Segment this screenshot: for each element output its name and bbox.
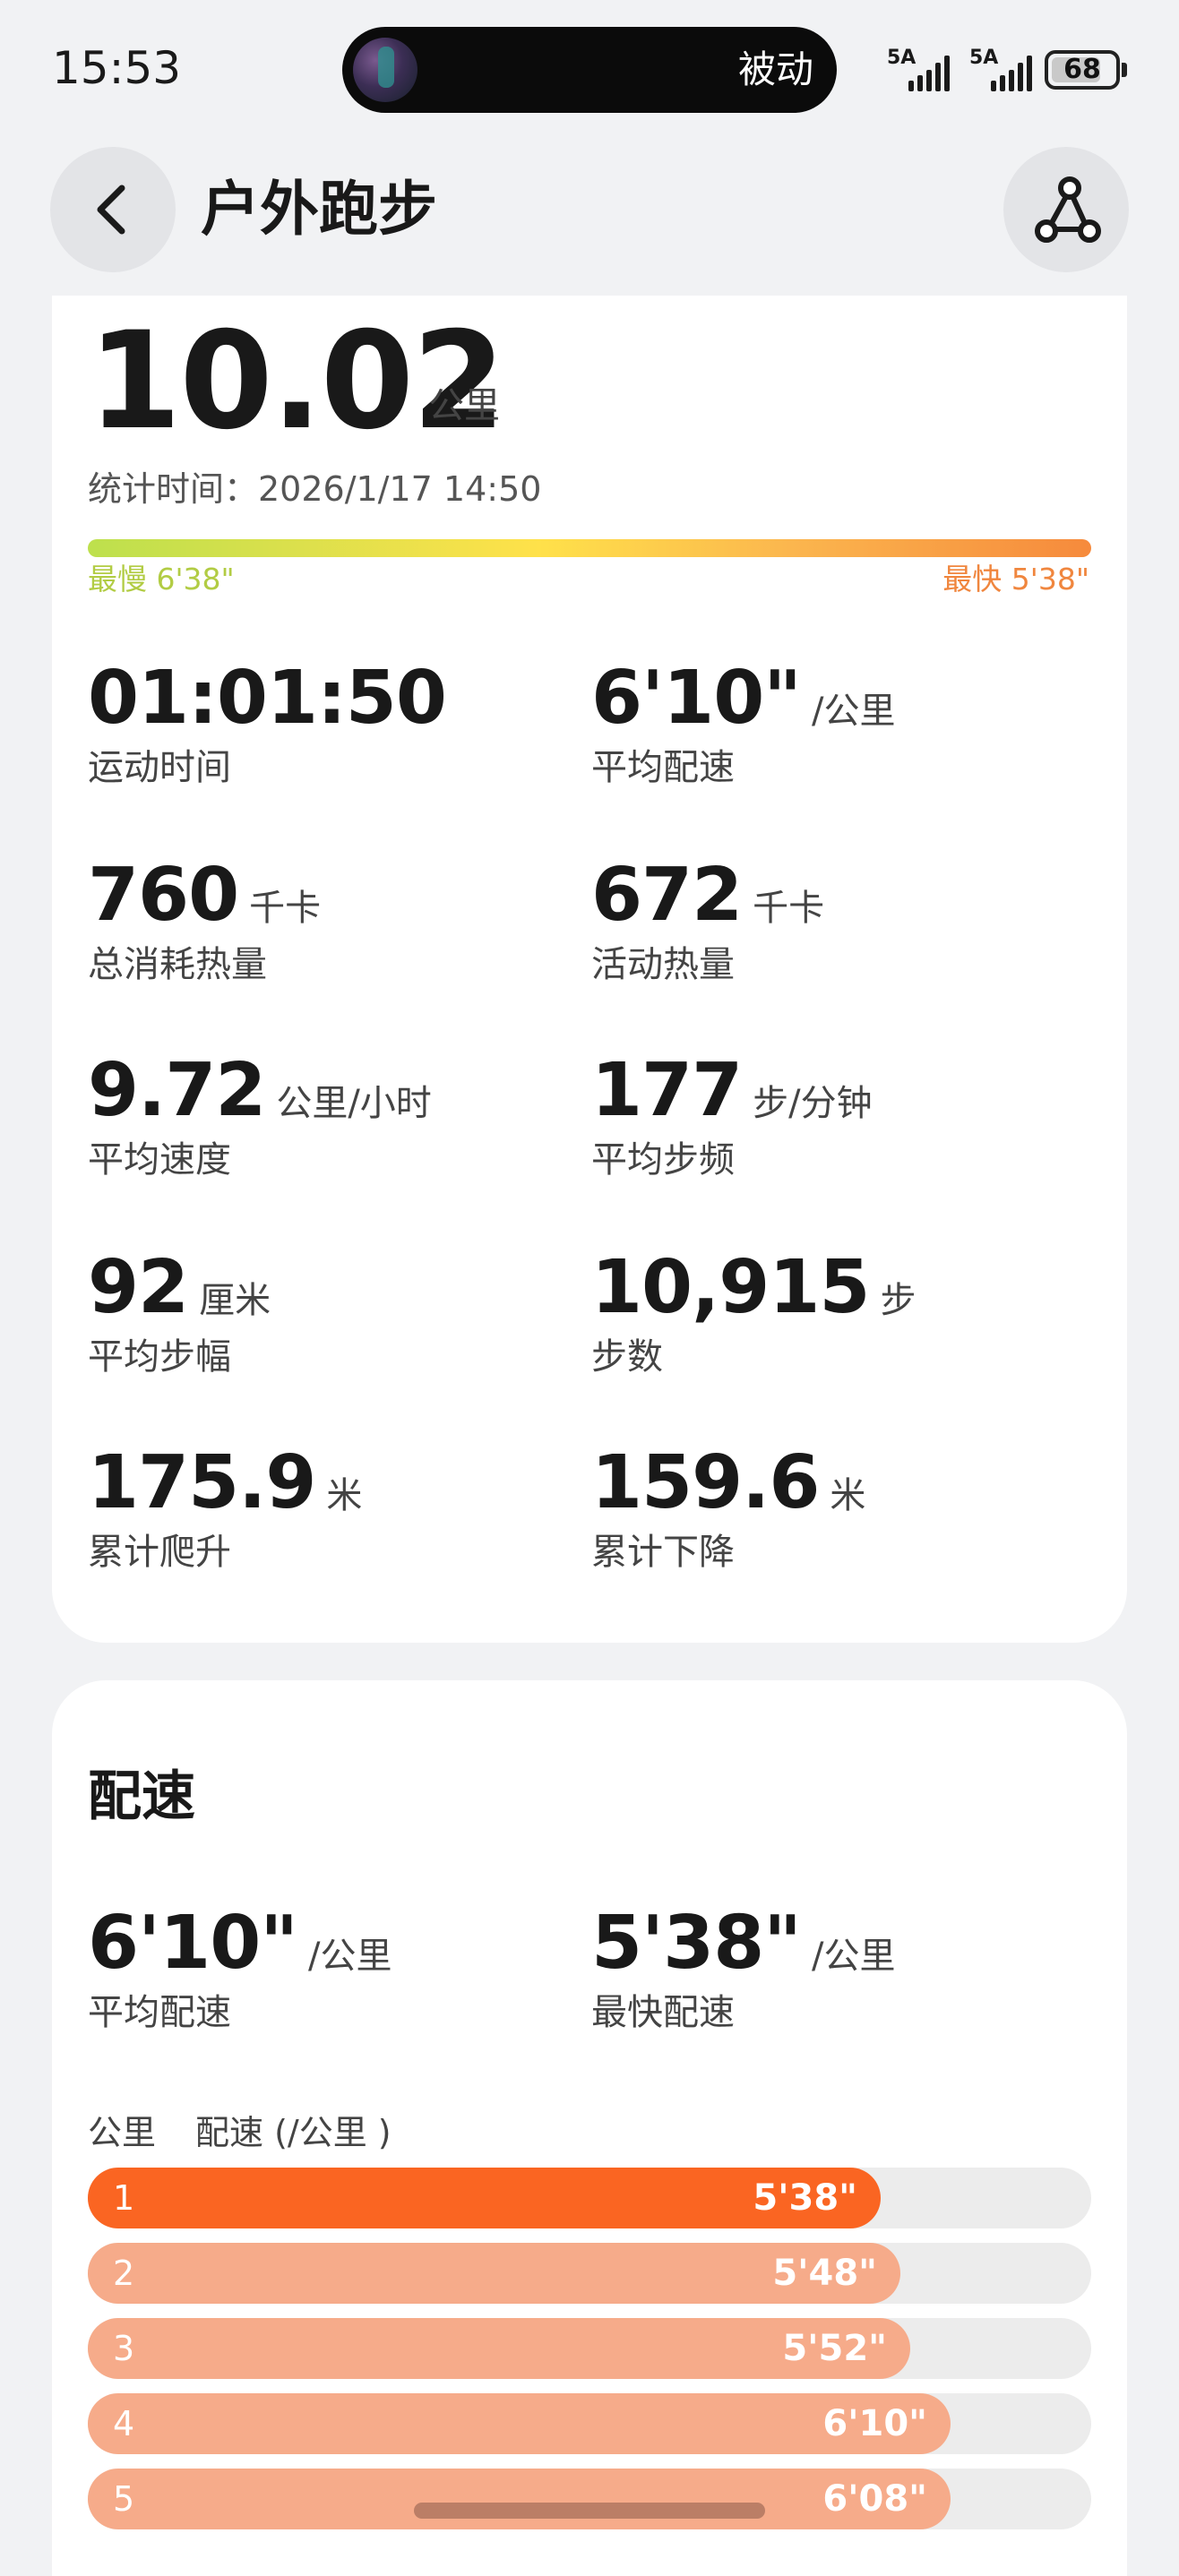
metric-duration: 01:01:50 运动时间	[88, 654, 457, 792]
pace-row-value: 5'38"	[753, 2177, 857, 2219]
metric-unit: 步/分钟	[753, 1083, 873, 1124]
metric-unit: 千卡	[249, 888, 322, 929]
battery-tip	[1122, 63, 1127, 77]
metric-unit: 千卡	[753, 888, 825, 929]
metric-label: 平均速度	[88, 1139, 231, 1181]
metric-unit: /公里	[812, 1936, 896, 1977]
metric-total-calories: 760 千卡 总消耗热量	[88, 851, 321, 989]
pace-row-value: 5'52"	[782, 2328, 887, 2369]
route-share-button[interactable]	[1003, 147, 1129, 272]
metric-unit: 米	[326, 1475, 363, 1516]
metric-unit: 米	[830, 1475, 866, 1516]
back-button[interactable]	[50, 147, 176, 272]
metric-label: 步数	[591, 1336, 663, 1378]
metric-value: 10,915	[591, 1245, 870, 1330]
metric-avg-pace: 6'10"/公里 平均配速	[591, 654, 895, 792]
metric-cadence: 177 步/分钟 平均步频	[591, 1046, 873, 1184]
metric-avg-speed: 9.72 公里/小时 平均速度	[88, 1046, 432, 1184]
pace-row-km: 2	[113, 2254, 135, 2293]
metric-ascent: 175.9 米 累计爬升	[88, 1438, 362, 1576]
metric-value: 177	[591, 1048, 743, 1133]
pace-row-km: 1	[113, 2178, 135, 2218]
metric-value: 6'10"	[88, 1901, 298, 1986]
metric-label: 最快配速	[591, 1992, 735, 2033]
metric-label: 累计下降	[591, 1532, 735, 1573]
home-indicator[interactable]	[414, 2503, 765, 2519]
battery-icon: 68	[1045, 50, 1120, 90]
metric-unit: /公里	[812, 691, 896, 732]
pace-row-km: 5	[113, 2479, 135, 2519]
pace-row: 2 5'48"	[88, 2243, 1091, 2304]
album-art	[353, 38, 417, 102]
metric-label: 总消耗热量	[88, 944, 267, 985]
activity-label: 被动	[737, 47, 813, 91]
dynamic-island[interactable]: 被动	[342, 27, 837, 113]
pace-gradient-bar	[88, 539, 1091, 557]
status-time: 15:53	[52, 42, 182, 94]
pace-row: 3 5'52"	[88, 2318, 1091, 2379]
metric-label: 平均配速	[88, 1992, 231, 2033]
distance-unit: 公里	[428, 385, 500, 426]
metric-label: 平均步频	[591, 1139, 735, 1181]
fastest-pace-label: 最快 5'38"	[942, 562, 1089, 597]
pace-average: 6'10"/公里 平均配速	[88, 1899, 392, 2037]
metric-active-calories: 672 千卡 活动热量	[591, 851, 824, 989]
pace-row: 4 6'10"	[88, 2393, 1091, 2454]
metric-label: 平均步幅	[88, 1336, 231, 1378]
metric-value: 6'10"	[591, 656, 802, 741]
metric-label: 活动热量	[591, 944, 735, 985]
slowest-pace-label: 最慢 6'38"	[88, 562, 235, 597]
page-title: 户外跑步	[201, 175, 437, 244]
column-km: 公里	[88, 2113, 157, 2152]
stat-time: 统计时间：2026/1/17 14:50	[88, 469, 542, 509]
pace-table-header: 公里 配速 (/公里 )	[88, 2110, 431, 2155]
metric-value: 01:01:50	[88, 656, 447, 741]
pace-row-value: 6'08"	[822, 2478, 927, 2520]
metric-value: 175.9	[88, 1440, 316, 1525]
distance-value: 10.02	[88, 304, 505, 459]
metric-unit: 厘米	[199, 1280, 271, 1321]
pace-row: 1 5'38"	[88, 2168, 1091, 2228]
pace-row-value: 5'48"	[772, 2253, 877, 2294]
metric-label: 平均配速	[591, 747, 735, 788]
metric-label: 累计爬升	[88, 1532, 231, 1573]
pace-bar-fill	[88, 2393, 951, 2454]
metric-value: 672	[591, 853, 743, 938]
battery-level: 68	[1063, 54, 1101, 85]
pace-section-title: 配速	[88, 1765, 195, 1828]
metric-value: 5'38"	[591, 1901, 802, 1986]
signal-icon: 5A	[969, 47, 1041, 93]
metric-value: 760	[88, 853, 239, 938]
metric-value: 159.6	[591, 1440, 820, 1525]
metric-descent: 159.6 米 累计下降	[591, 1438, 865, 1576]
metric-steps: 10,915 步 步数	[591, 1243, 916, 1381]
signal-icon: 5A	[887, 47, 959, 93]
metric-unit: /公里	[308, 1936, 392, 1977]
chevron-left-icon	[97, 185, 125, 235]
pace-bar-fill	[88, 2469, 951, 2529]
pace-row-km: 4	[113, 2404, 135, 2443]
metric-unit: 公里/小时	[276, 1083, 432, 1124]
metric-unit: 步	[880, 1280, 917, 1321]
pace-row-km: 3	[113, 2329, 135, 2368]
metric-stride: 92 厘米 平均步幅	[88, 1243, 271, 1381]
pace-row-value: 6'10"	[822, 2403, 927, 2444]
column-pace: 配速 (/公里 )	[195, 2113, 392, 2152]
pace-row: 5 6'08"	[88, 2469, 1091, 2529]
metric-value: 9.72	[88, 1048, 266, 1133]
metric-label: 运动时间	[88, 747, 231, 788]
pace-fastest: 5'38"/公里 最快配速	[591, 1899, 895, 2037]
route-share-icon	[1035, 176, 1101, 243]
metric-value: 92	[88, 1245, 189, 1330]
